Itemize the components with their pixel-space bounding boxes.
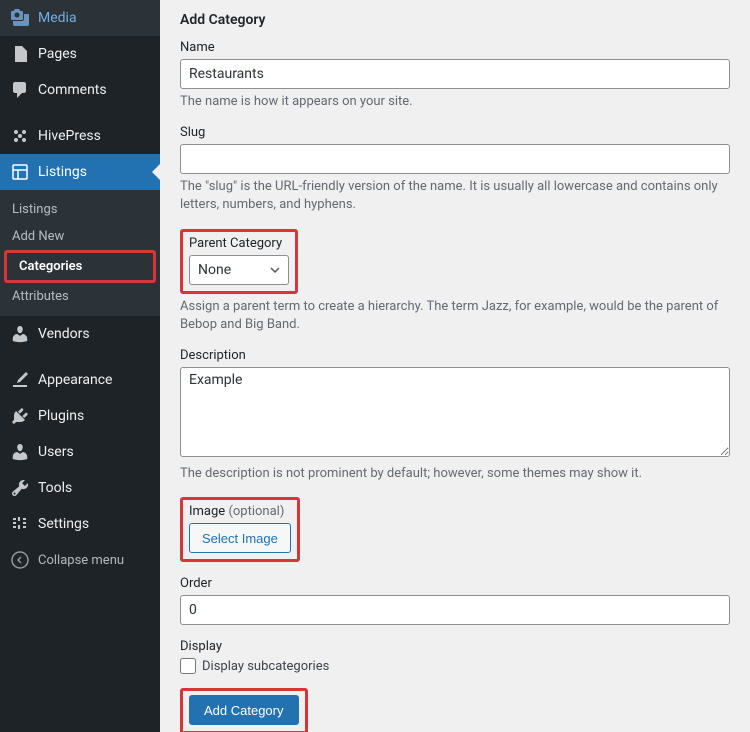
sidebar-label: Users [38, 444, 74, 460]
slug-label: Slug [180, 125, 730, 140]
sidebar-item-users[interactable]: Users [0, 434, 160, 470]
sidebar-label: Tools [38, 480, 72, 496]
display-label: Display [180, 639, 730, 654]
comments-icon [10, 80, 30, 100]
field-display: Display Display subcategories [180, 639, 730, 674]
listings-icon [10, 162, 30, 182]
sidebar-item-vendors[interactable]: Vendors [0, 316, 160, 352]
order-input[interactable] [180, 595, 730, 625]
submenu-listings: Listings Add New Categories Attributes [0, 190, 160, 316]
field-description: Description The description is not promi… [180, 348, 730, 483]
parent-highlight: Parent Category None [180, 229, 298, 294]
hivepress-icon [10, 126, 30, 146]
sidebar-item-pages[interactable]: Pages [0, 36, 160, 72]
slug-help: The "slug" is the URL-friendly version o… [180, 178, 730, 214]
description-textarea[interactable] [180, 367, 730, 457]
submenu-item-listings[interactable]: Listings [0, 196, 160, 223]
parent-select[interactable]: None [189, 255, 289, 285]
tools-icon [10, 478, 30, 498]
parent-help: Assign a parent term to create a hierarc… [180, 298, 730, 334]
sidebar-item-settings[interactable]: Settings [0, 506, 160, 542]
submit-highlight: Add Category [180, 688, 308, 732]
sidebar-label: Plugins [38, 408, 84, 424]
sidebar-item-tools[interactable]: Tools [0, 470, 160, 506]
sidebar-item-appearance[interactable]: Appearance [0, 362, 160, 398]
sidebar-label: Comments [38, 82, 107, 98]
sidebar-item-comments[interactable]: Comments [0, 72, 160, 108]
field-image: Image (optional) Select Image [180, 497, 730, 562]
sidebar-label: Pages [38, 46, 77, 62]
sidebar-label: Listings [38, 164, 87, 180]
order-label: Order [180, 576, 730, 591]
display-checkbox-label: Display subcategories [202, 659, 329, 674]
sidebar-item-media[interactable]: Media [0, 0, 160, 36]
name-label: Name [180, 40, 730, 55]
submenu-item-add-new[interactable]: Add New [0, 223, 160, 250]
slug-input[interactable] [180, 144, 730, 174]
description-help: The description is not prominent by defa… [180, 465, 730, 483]
content-area: Add Category Name The name is how it app… [160, 0, 750, 732]
parent-label: Parent Category [189, 236, 289, 251]
select-image-button[interactable]: Select Image [189, 523, 291, 553]
image-highlight: Image (optional) Select Image [180, 497, 300, 562]
appearance-icon [10, 370, 30, 390]
page-title: Add Category [180, 12, 730, 28]
pages-icon [10, 44, 30, 64]
vendors-icon [10, 324, 30, 344]
field-order: Order [180, 576, 730, 625]
sidebar-item-listings[interactable]: Listings [0, 154, 160, 190]
field-slug: Slug The "slug" is the URL-friendly vers… [180, 125, 730, 214]
add-category-button[interactable]: Add Category [189, 695, 299, 725]
image-label: Image (optional) [189, 504, 291, 519]
field-parent: Parent Category None Assign a parent ter… [180, 229, 730, 334]
media-icon [10, 8, 30, 28]
sidebar-item-plugins[interactable]: Plugins [0, 398, 160, 434]
display-subcategories-checkbox[interactable] [180, 658, 196, 674]
admin-sidebar: Media Pages Comments HivePress Listings … [0, 0, 160, 732]
submenu-item-categories[interactable]: Categories [4, 250, 156, 283]
sidebar-label: Media [38, 10, 77, 26]
users-icon [10, 442, 30, 462]
sidebar-item-hivepress[interactable]: HivePress [0, 118, 160, 154]
collapse-menu[interactable]: Collapse menu [0, 542, 160, 578]
collapse-label: Collapse menu [38, 553, 124, 568]
plugins-icon [10, 406, 30, 426]
sidebar-label: Vendors [38, 326, 90, 342]
sidebar-label: Appearance [38, 372, 112, 388]
display-checkbox-row: Display subcategories [180, 658, 730, 674]
sidebar-label: Settings [38, 516, 89, 532]
submenu-item-attributes[interactable]: Attributes [0, 283, 160, 310]
sidebar-label: HivePress [38, 128, 101, 144]
settings-icon [10, 514, 30, 534]
name-input[interactable] [180, 59, 730, 89]
name-help: The name is how it appears on your site. [180, 93, 730, 111]
field-name: Name The name is how it appears on your … [180, 40, 730, 111]
description-label: Description [180, 348, 730, 363]
collapse-icon [10, 550, 30, 570]
